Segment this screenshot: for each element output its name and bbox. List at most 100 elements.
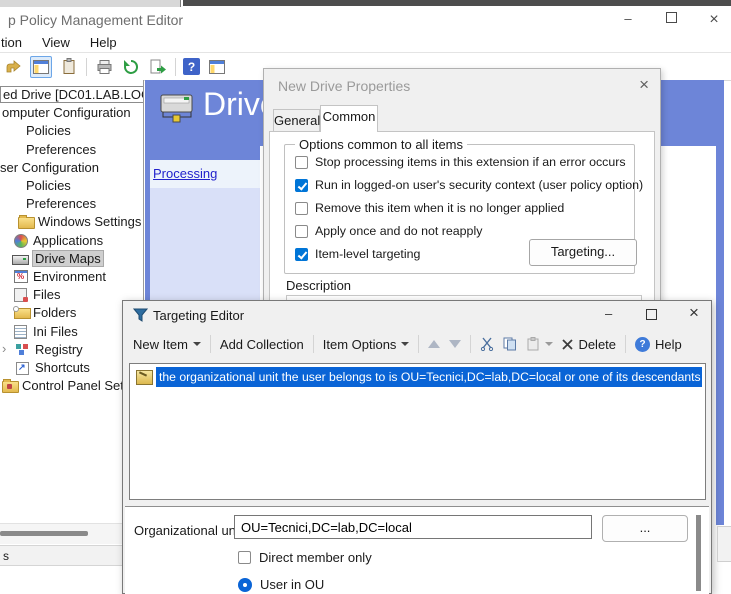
funnel-icon: [133, 308, 148, 327]
tab-general[interactable]: General: [273, 109, 320, 131]
tree-item-drive-maps[interactable]: Drive Maps: [0, 250, 143, 268]
checkbox-remove-this-item-when-it-is-no[interactable]: Remove this item when it is no longer ap…: [295, 201, 564, 215]
checkbox-box[interactable]: [295, 248, 308, 261]
tree-horizontal-scrollbar[interactable]: [0, 523, 122, 544]
copy-icon[interactable]: [503, 337, 517, 351]
targeting-items-list[interactable]: the organizational unit the user belongs…: [129, 363, 706, 500]
tree-item-omputer-configuration[interactable]: omputer Configuration: [0, 104, 143, 122]
checkbox-box[interactable]: [295, 202, 308, 215]
cut-icon[interactable]: [480, 337, 494, 351]
targeting-button[interactable]: Targeting...: [529, 239, 637, 266]
help-icon: ?: [635, 337, 650, 352]
export-list-icon[interactable]: [148, 57, 168, 77]
help-button[interactable]: ? Help: [635, 337, 682, 352]
user-in-ou-label: User in OU: [260, 577, 324, 592]
tree-item-ser-configuration[interactable]: ser Configuration: [0, 159, 143, 177]
refresh-icon[interactable]: [121, 57, 141, 77]
direct-member-only-checkbox[interactable]: [238, 551, 251, 564]
close-icon[interactable]: ×: [707, 11, 721, 29]
tree-item-label: Registry: [35, 342, 83, 357]
checkbox-box[interactable]: [295, 156, 308, 169]
checkbox-label: Stop processing items in this extension …: [315, 155, 626, 169]
checkbox-stop-processing-items-in-this-[interactable]: Stop processing items in this extension …: [295, 155, 626, 169]
dialog-title: Targeting Editor: [153, 308, 244, 323]
dialog-titlebar: Targeting Editor – ×: [123, 301, 711, 329]
registry-icon: [16, 343, 29, 355]
tree-item-label: Preferences: [26, 196, 96, 211]
user-in-ou-radio[interactable]: [238, 578, 252, 592]
tree-item-policies[interactable]: Policies: [0, 177, 143, 195]
checkbox-box[interactable]: [295, 225, 308, 238]
minimize-icon[interactable]: –: [621, 11, 635, 29]
tree-item-policies[interactable]: Policies: [0, 122, 143, 140]
direct-member-only-row[interactable]: Direct member only: [238, 550, 372, 565]
titlebar: p Policy Management Editor – ×: [0, 7, 731, 32]
maximize-icon[interactable]: [646, 309, 657, 320]
tree-item-label: omputer Configuration: [2, 105, 131, 120]
menu-bar: tion View Help: [0, 32, 731, 53]
tree-item-environment[interactable]: Environment: [0, 268, 143, 286]
checkbox-label: Run in logged-on user's security context…: [315, 178, 643, 192]
item-properties-pane: Organizational unit ... Direct member on…: [125, 506, 709, 594]
delete-button[interactable]: Delete: [562, 337, 616, 352]
move-down-icon[interactable]: [449, 340, 461, 348]
tree-item-label: Windows Settings: [38, 214, 141, 229]
tab-common[interactable]: Common: [320, 105, 378, 132]
menu-item-view[interactable]: View: [42, 35, 70, 50]
item-options-button[interactable]: Item Options: [323, 337, 410, 352]
close-icon[interactable]: ×: [639, 75, 649, 95]
checkbox-apply-once-and-do-not-reapply[interactable]: Apply once and do not reapply: [295, 224, 482, 238]
add-collection-button[interactable]: Add Collection: [220, 337, 304, 352]
targeting-rule-text: the organizational unit the user belongs…: [156, 367, 702, 387]
console-tree-icon[interactable]: [30, 56, 52, 78]
organizational-unit-label: Organizational unit: [134, 523, 242, 538]
organizational-unit-input[interactable]: [234, 515, 592, 539]
checkbox-run-in-logged-on-user-s-securi[interactable]: Run in logged-on user's security context…: [295, 178, 643, 192]
checkbox-item-level-targeting[interactable]: Item-level targeting: [295, 247, 420, 261]
move-up-icon[interactable]: [428, 340, 440, 348]
menu-item-tion[interactable]: tion: [1, 35, 22, 50]
menu-item-help[interactable]: Help: [90, 35, 117, 50]
window-title: p Policy Management Editor: [8, 12, 183, 28]
direct-member-only-label: Direct member only: [259, 550, 372, 565]
dialog-title: New Drive Properties: [278, 78, 410, 94]
new-item-button[interactable]: New Item: [133, 337, 201, 352]
tree-item-preferences[interactable]: Preferences: [0, 195, 143, 213]
status-bar: s: [0, 545, 122, 566]
maximize-icon[interactable]: [664, 11, 678, 29]
tree-item-label: Applications: [33, 233, 103, 248]
folder-icon: [18, 217, 35, 229]
tree-item-label: Control Panel Sett: [22, 378, 128, 393]
tree-item-windows-settings[interactable]: Windows Settings: [0, 213, 143, 231]
checkbox-box[interactable]: [295, 179, 308, 192]
tree-item-ed-drive-dc01-lab-loca[interactable]: ed Drive [DC01.LAB.LOCA: [0, 86, 143, 104]
expander-icon[interactable]: ›: [2, 341, 6, 356]
browse-button[interactable]: ...: [602, 515, 688, 542]
status-text: s: [3, 549, 9, 563]
new-window-icon[interactable]: [207, 57, 227, 77]
scrollbar-thumb[interactable]: [0, 531, 88, 536]
drive-icon: [12, 255, 29, 265]
paste-icon[interactable]: [526, 337, 553, 351]
processing-link[interactable]: Processing: [153, 166, 217, 181]
description-label: Description: [286, 278, 351, 293]
help-icon[interactable]: ?: [183, 58, 200, 75]
minimize-icon[interactable]: –: [605, 306, 612, 321]
tree-item-applications[interactable]: Applications: [0, 232, 143, 250]
drive-icon: [158, 90, 198, 135]
tree-item-label: Shortcuts: [35, 360, 90, 375]
tree-item-label: ser Configuration: [0, 160, 99, 175]
cpanel-icon: [2, 381, 19, 393]
window-scrollbar-fragment[interactable]: [717, 526, 731, 562]
print-icon[interactable]: [94, 57, 114, 77]
pane-scrollbar-thumb[interactable]: [696, 515, 701, 591]
close-icon[interactable]: ×: [689, 303, 699, 323]
list-item-selected[interactable]: the organizational unit the user belongs…: [133, 367, 702, 387]
tree-item-preferences[interactable]: Preferences: [0, 141, 143, 159]
user-in-ou-row[interactable]: User in OU: [238, 577, 324, 592]
clipboard-icon[interactable]: [59, 57, 79, 77]
tree-item-label: Folders: [33, 305, 76, 320]
targeting-editor-dialog: Targeting Editor – × New Item Add Collec…: [122, 300, 712, 594]
tree-item-label: Environment: [33, 269, 106, 284]
nav-arrow-icon[interactable]: [3, 57, 23, 77]
